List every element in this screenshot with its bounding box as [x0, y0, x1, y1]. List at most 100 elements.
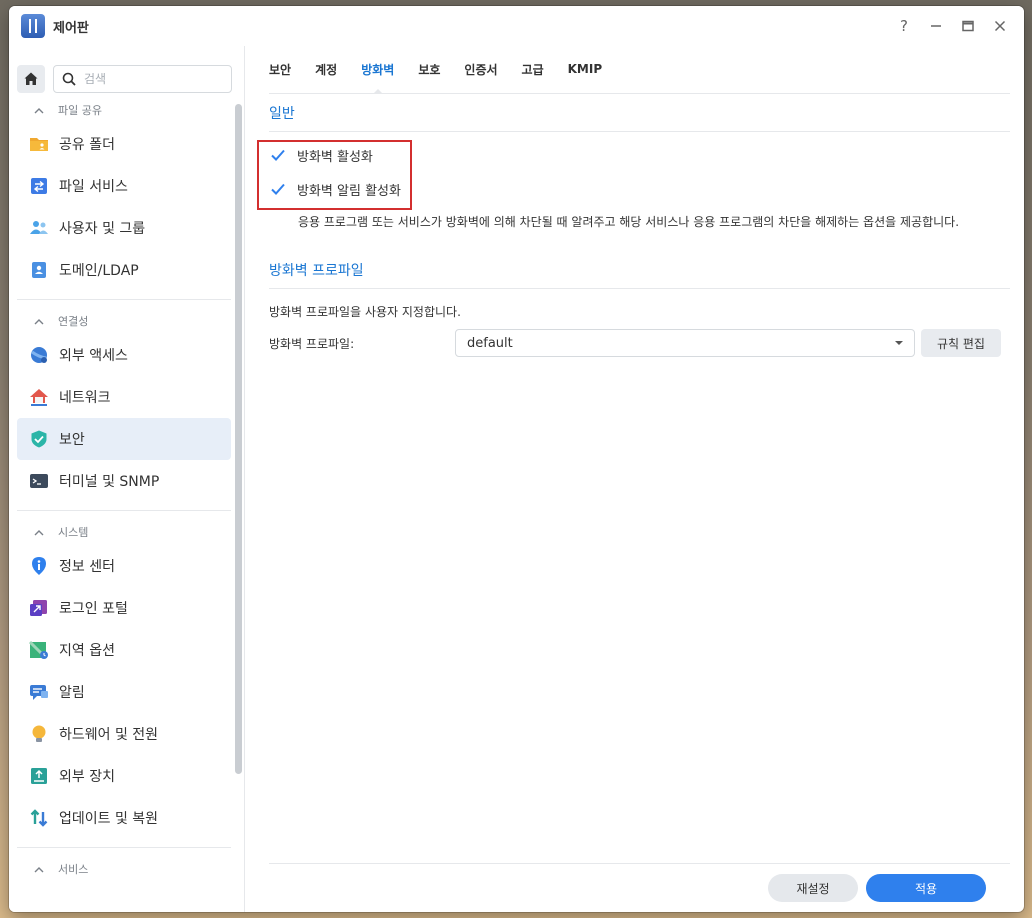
- close-button[interactable]: [988, 14, 1012, 38]
- update-restore-icon: [30, 809, 48, 827]
- window-controls: ?: [892, 14, 1012, 38]
- sidebar: 파일 공유 공유 폴더 파일 서비스: [9, 46, 245, 912]
- tab-certificate[interactable]: 인증서: [464, 45, 497, 93]
- regional-options-icon: [29, 640, 48, 660]
- tab-firewall[interactable]: 방화벽: [361, 45, 394, 94]
- home-icon: [24, 72, 38, 85]
- tab-security[interactable]: 보안: [269, 45, 291, 93]
- domain-ldap-icon: [32, 262, 46, 278]
- external-devices-icon: [31, 768, 47, 784]
- sidebar-item-regional-options[interactable]: 지역 옵션: [17, 629, 231, 671]
- sidebar-item-label: 하드웨어 및 전원: [59, 727, 159, 743]
- section-header-label: 연결성: [58, 315, 89, 328]
- sidebar-item-label: 지역 옵션: [59, 643, 115, 659]
- tab-kmip[interactable]: KMIP: [568, 45, 603, 93]
- main-panel: 보안 계정 방화벽 보호 인증서 고급 KMIP 일반 방화벽 활성화 방화벽 …: [246, 46, 1024, 912]
- shared-folder-icon: [30, 138, 48, 151]
- sidebar-item-label: 터미널 및 SNMP: [59, 474, 160, 490]
- sidebar-item-label: 업데이트 및 복원: [59, 811, 159, 827]
- title-bar: 제어판 ?: [9, 6, 1024, 46]
- home-button[interactable]: [17, 65, 45, 93]
- user-group-icon: [30, 221, 48, 234]
- section-header-label: 시스템: [58, 526, 89, 539]
- sidebar-item-label: 알림: [59, 685, 85, 701]
- file-services-icon: [31, 178, 47, 194]
- search-box[interactable]: [53, 65, 232, 93]
- sidebar-item-update-restore[interactable]: 업데이트 및 복원: [17, 797, 231, 839]
- reset-button[interactable]: 재설정: [768, 874, 858, 902]
- sidebar-item-label: 공유 폴더: [59, 137, 115, 153]
- sidebar-item-domain-ldap[interactable]: 도메인/LDAP: [17, 249, 231, 291]
- close-icon: [994, 20, 1006, 32]
- chevron-up-icon: [34, 318, 44, 324]
- hardware-power-icon: [32, 725, 46, 742]
- profile-select-value: default: [467, 335, 513, 351]
- section-divider: [17, 299, 231, 300]
- info-center-icon: [32, 557, 46, 575]
- sidebar-item-network[interactable]: 네트워크: [17, 376, 231, 418]
- login-portal-icon: [30, 600, 47, 616]
- profile-section-title: 방화벽 프로파일: [269, 251, 1010, 289]
- sidebar-scrollbar[interactable]: [235, 104, 242, 774]
- sidebar-item-label: 네트워크: [59, 390, 111, 406]
- profile-field-label: 방화벽 프로파일:: [269, 336, 355, 351]
- sidebar-item-security[interactable]: 보안: [17, 418, 231, 460]
- window-title: 제어판: [53, 20, 89, 36]
- sidebar-item-users-groups[interactable]: 사용자 및 그룹: [17, 207, 231, 249]
- terminal-icon: [30, 474, 48, 488]
- search-icon: [62, 72, 76, 86]
- sidebar-item-label: 보안: [59, 432, 85, 448]
- sidebar-item-label: 도메인/LDAP: [59, 263, 139, 279]
- section-header-system[interactable]: 시스템: [9, 519, 244, 545]
- sidebar-item-file-services[interactable]: 파일 서비스: [17, 165, 231, 207]
- chevron-up-icon: [34, 529, 44, 535]
- sidebar-item-shared-folder[interactable]: 공유 폴더: [17, 123, 231, 165]
- profile-select[interactable]: default: [455, 329, 915, 357]
- sidebar-nav: 파일 공유 공유 폴더 파일 서비스 사용자 및 그룹 도메인/LDAP 연결성…: [9, 97, 244, 912]
- sidebar-item-label: 정보 센터: [59, 559, 115, 575]
- sidebar-item-info-center[interactable]: 정보 센터: [17, 545, 231, 587]
- security-shield-icon: [31, 430, 47, 448]
- sidebar-item-terminal-snmp[interactable]: 터미널 및 SNMP: [17, 460, 231, 502]
- section-header-label: 서비스: [58, 863, 89, 876]
- help-button[interactable]: ?: [892, 14, 916, 38]
- notification-description: 응용 프로그램 또는 서비스가 방화벽에 의해 차단될 때 알려주고 해당 서비…: [298, 215, 960, 229]
- firewall-settings: 일반 방화벽 활성화 방화벽 알림 활성화 응용 프로그램 또는 서비스가 방화…: [257, 94, 1010, 357]
- section-header-file-sharing[interactable]: 파일 공유: [9, 97, 244, 123]
- minimize-icon: [931, 25, 941, 27]
- sidebar-item-external-devices[interactable]: 외부 장치: [17, 755, 231, 797]
- sidebar-item-external-access[interactable]: 외부 액세스: [17, 334, 231, 376]
- sidebar-item-hardware-power[interactable]: 하드웨어 및 전원: [17, 713, 231, 755]
- chevron-up-icon: [34, 107, 44, 113]
- minimize-button[interactable]: [924, 14, 948, 38]
- tab-account[interactable]: 계정: [315, 45, 337, 93]
- section-divider: [17, 847, 231, 848]
- profile-description: 방화벽 프로파일을 사용자 지정합니다.: [269, 305, 461, 319]
- section-header-connectivity[interactable]: 연결성: [9, 308, 244, 334]
- sidebar-item-label: 외부 액세스: [59, 348, 128, 364]
- chevron-up-icon: [34, 866, 44, 872]
- sidebar-item-label: 외부 장치: [59, 769, 115, 785]
- control-panel-window: 제어판 ? 검색 파일 공유 공유 폴더 파일 서비스 사용자 및 그룹 도메인…: [9, 6, 1024, 912]
- sidebar-item-login-portal[interactable]: 로그인 포털: [17, 587, 231, 629]
- sidebar-item-label: 파일 서비스: [59, 179, 128, 195]
- notification-icon: [30, 685, 48, 700]
- section-header-services[interactable]: 서비스: [9, 856, 244, 882]
- sidebar-item-notification[interactable]: 알림: [17, 671, 231, 713]
- sidebar-item-label: 사용자 및 그룹: [59, 221, 146, 237]
- search-input[interactable]: [84, 72, 224, 86]
- section-divider: [17, 510, 231, 511]
- highlight-box: [257, 140, 412, 210]
- sidebar-top: [9, 46, 244, 97]
- sidebar-item-label: 로그인 포털: [59, 601, 128, 617]
- maximize-button[interactable]: [956, 14, 980, 38]
- tab-protection[interactable]: 보호: [418, 45, 440, 93]
- control-panel-app-icon: [21, 14, 45, 38]
- tab-advanced[interactable]: 고급: [522, 45, 544, 93]
- network-icon: [30, 389, 48, 406]
- maximize-icon: [962, 20, 974, 32]
- profile-field-row: 방화벽 프로파일: default 규칙 편집: [269, 329, 1010, 357]
- apply-button[interactable]: 적용: [866, 874, 986, 902]
- edit-rules-button[interactable]: 규칙 편집: [921, 329, 1001, 357]
- footer: 재설정 적용: [269, 863, 1010, 912]
